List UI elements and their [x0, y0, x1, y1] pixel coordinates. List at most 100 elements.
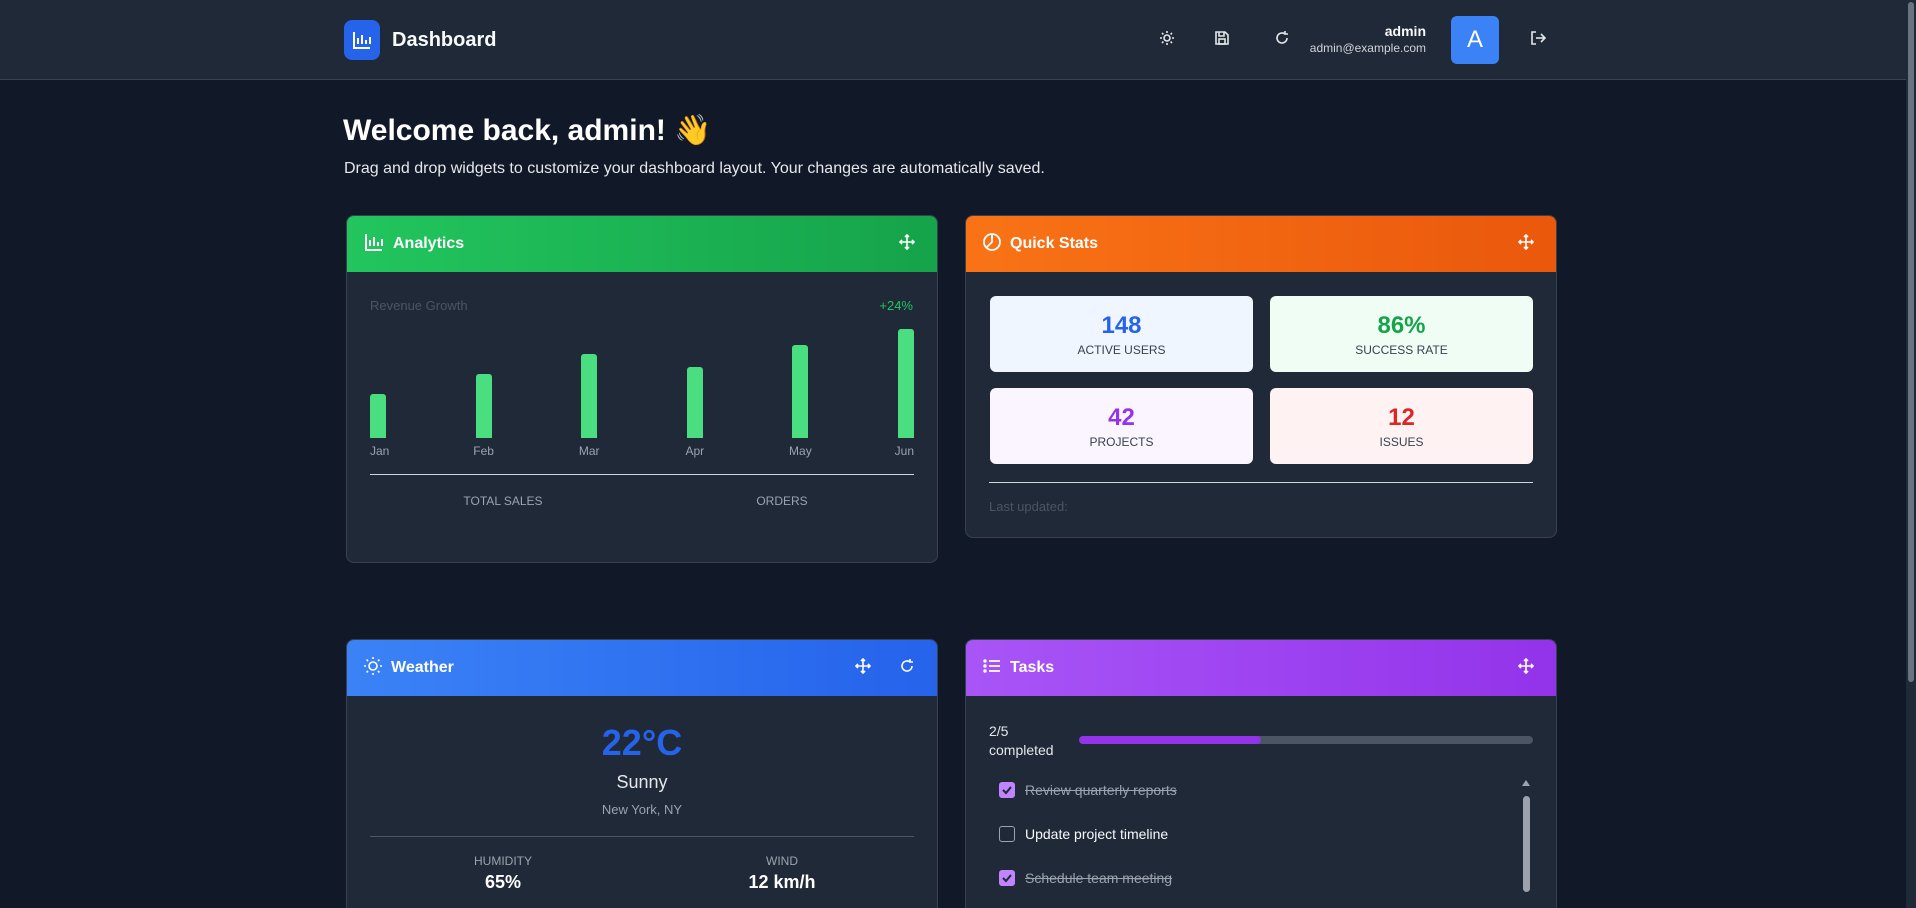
- brand[interactable]: Dashboard: [344, 20, 496, 60]
- progress-text: 2/5 completed: [989, 723, 1054, 758]
- widget-title: Weather: [391, 659, 454, 676]
- wind-stat: WIND 12 km/h: [682, 854, 882, 893]
- refresh-icon: [1274, 30, 1290, 51]
- bar-may: [792, 344, 809, 438]
- weather-condition: Sunny: [616, 772, 668, 792]
- user-info: admin admin@example.com: [1310, 22, 1426, 56]
- stat-card-projects: 42 PROJECTS: [990, 388, 1253, 464]
- list-icon: [982, 656, 1002, 681]
- move-icon: [1517, 657, 1535, 679]
- total-sales-label: TOTAL SALES: [463, 494, 543, 508]
- chart-icon: [344, 20, 380, 60]
- page-title: Welcome back, admin! 👋: [343, 114, 712, 147]
- bar-mar: [581, 354, 598, 438]
- bar-label: Apr: [685, 444, 705, 458]
- humidity-value: 65%: [484, 872, 522, 892]
- bar-label: Jun: [894, 444, 914, 458]
- stat-label: ACTIVE USERS: [1077, 343, 1166, 357]
- refresh-icon: [899, 658, 915, 679]
- stat-label: ISSUES: [1379, 435, 1424, 449]
- task-checkbox[interactable]: [999, 826, 1015, 842]
- widget-title: Analytics: [393, 235, 465, 252]
- revenue-label: Revenue Growth: [370, 298, 468, 313]
- widget-title: Tasks: [1010, 659, 1055, 676]
- revenue-bar-chart: Jan Feb Mar Apr May Jun: [370, 328, 914, 458]
- weather-body: 22°C Sunny New York, NY HUMIDITY 65% WIN…: [347, 696, 937, 908]
- divider: [989, 482, 1533, 483]
- divider: [370, 474, 914, 475]
- stat-label: PROJECTS: [1089, 435, 1154, 449]
- task-item[interactable]: Schedule team meeting: [999, 870, 1172, 886]
- tasks-body: 2/5 completed Review quarterly reports U…: [966, 696, 1556, 908]
- bar-label: Mar: [578, 444, 600, 458]
- reset-layout-button[interactable]: [1266, 24, 1298, 56]
- sun-icon: [363, 656, 383, 681]
- stat-card-success-rate: 86% SUCCESS RATE: [1270, 296, 1533, 372]
- analytics-body: Revenue Growth +24% Jan Feb Mar Apr May Jun T…: [347, 272, 937, 562]
- bar-feb: [475, 374, 492, 438]
- drag-handle[interactable]: [1512, 654, 1540, 682]
- page-scrollbar[interactable]: [1906, 0, 1916, 908]
- scroll-up-arrow-icon[interactable]: [1522, 780, 1530, 786]
- check-icon: [1002, 786, 1012, 795]
- stat-value: 12: [1388, 404, 1415, 431]
- bar-apr: [686, 366, 703, 438]
- stat-value: 42: [1108, 404, 1135, 431]
- stat-value: 86%: [1377, 312, 1426, 339]
- task-label: Schedule team meeting: [1025, 870, 1173, 886]
- task-item[interactable]: Update project timeline: [999, 826, 1168, 842]
- bar-label: Feb: [473, 444, 494, 458]
- widget-title: Quick Stats: [1010, 235, 1099, 252]
- quick-stats-widget: Quick Stats 148 ACTIVE USERS 86% SUCCESS…: [965, 215, 1557, 538]
- bar-jan: [370, 394, 386, 438]
- wind-label: WIND: [766, 854, 798, 868]
- task-label: Update project timeline: [1025, 826, 1169, 842]
- sun-icon: [1159, 30, 1175, 51]
- top-navbar: Dashboard admin admin@example.com A: [0, 0, 1906, 80]
- divider: [370, 836, 914, 837]
- avatar[interactable]: A: [1451, 16, 1499, 64]
- user-email: admin@example.com: [1309, 41, 1426, 55]
- scrollbar-thumb[interactable]: [1523, 796, 1530, 892]
- page-subtitle: Drag and drop widgets to customize your …: [344, 160, 1045, 177]
- stat-card-active-users: 148 ACTIVE USERS: [990, 296, 1253, 372]
- progress-bar-fill: [1079, 736, 1261, 744]
- task-item[interactable]: Review quarterly reports: [999, 782, 1177, 798]
- bar-label: May: [789, 444, 812, 458]
- move-icon: [1517, 233, 1535, 255]
- chart-icon: [363, 231, 385, 258]
- temperature: 22°C: [601, 722, 683, 763]
- task-checkbox[interactable]: [999, 870, 1015, 886]
- drag-handle[interactable]: [893, 230, 921, 258]
- weather-refresh-button[interactable]: [893, 654, 921, 682]
- orders-label: ORDERS: [756, 494, 808, 508]
- drag-handle[interactable]: [1512, 230, 1540, 258]
- logout-button[interactable]: [1522, 24, 1554, 56]
- analytics-widget-header[interactable]: Analytics: [347, 216, 937, 272]
- pie-chart-icon: [982, 232, 1002, 257]
- user-name: admin: [1384, 23, 1426, 39]
- last-updated: Last updated:: [989, 499, 1068, 514]
- weather-widget-header[interactable]: Weather: [347, 640, 937, 696]
- save-layout-button[interactable]: [1206, 24, 1238, 56]
- theme-toggle-button[interactable]: [1151, 24, 1183, 56]
- tasks-widget-header[interactable]: Tasks: [966, 640, 1556, 696]
- stat-card-issues: 12 ISSUES: [1270, 388, 1533, 464]
- humidity-stat: HUMIDITY 65%: [403, 854, 603, 893]
- brand-title: Dashboard: [392, 28, 497, 51]
- humidity-label: HUMIDITY: [474, 854, 532, 868]
- task-checkbox[interactable]: [999, 782, 1015, 798]
- quick-stats-widget-header[interactable]: Quick Stats: [966, 216, 1556, 272]
- stat-label: SUCCESS RATE: [1355, 343, 1448, 357]
- stat-value: 148: [1101, 312, 1142, 339]
- bar-label: Jan: [370, 444, 390, 458]
- move-icon: [854, 657, 872, 679]
- bar-jun: [898, 329, 914, 438]
- save-icon: [1214, 30, 1230, 51]
- drag-handle[interactable]: [849, 654, 877, 682]
- task-list-scrollbar[interactable]: [1519, 778, 1533, 908]
- move-icon: [898, 233, 916, 255]
- tasks-widget: Tasks 2/5 completed Review quarterly rep…: [965, 639, 1557, 908]
- logout-icon: [1529, 29, 1547, 52]
- page-scrollbar-thumb[interactable]: [1908, 2, 1914, 682]
